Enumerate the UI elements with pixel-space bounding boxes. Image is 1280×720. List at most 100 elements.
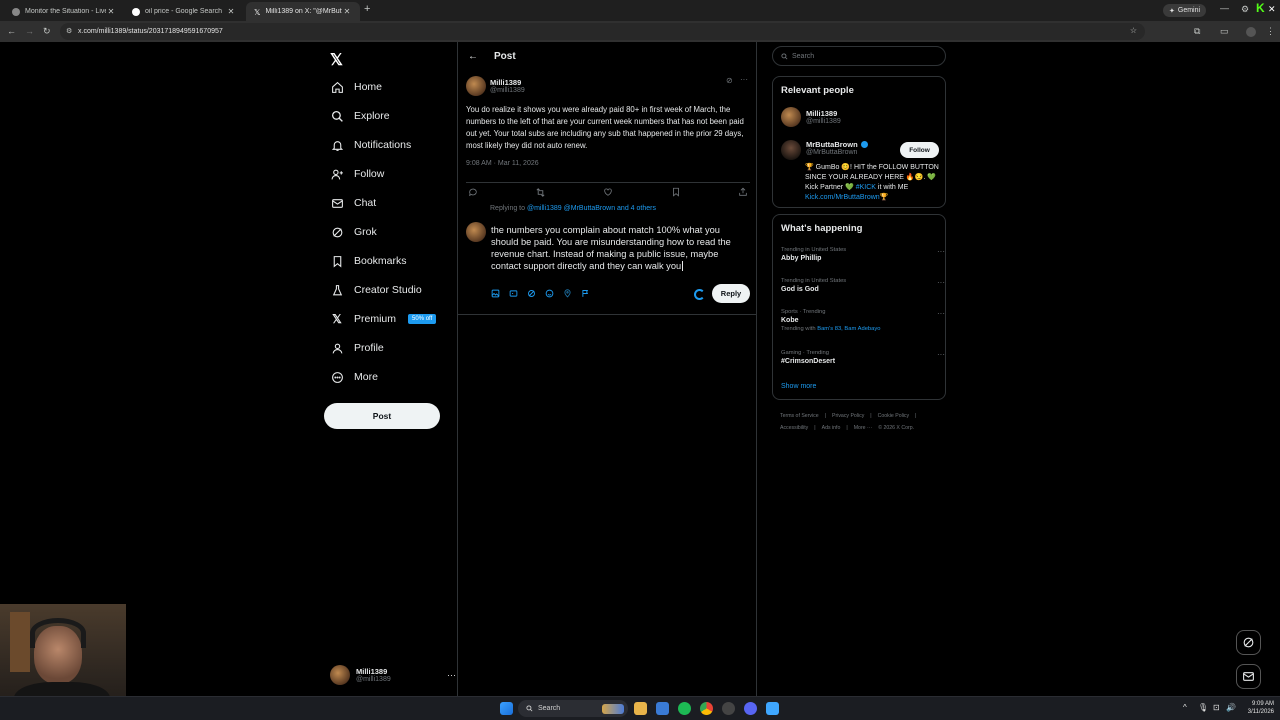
menu-icon[interactable]: ⋮ <box>1266 26 1275 37</box>
follow-button[interactable]: Follow <box>900 142 939 158</box>
grok-icon[interactable]: ⊘ <box>726 76 733 85</box>
new-tab-button[interactable]: + <box>364 3 370 15</box>
more-icon[interactable]: ··· <box>937 350 945 359</box>
grok-floating-button[interactable] <box>1236 630 1261 655</box>
sidepanel-icon[interactable]: ▭ <box>1220 26 1229 37</box>
windows-start-icon[interactable] <box>500 702 513 715</box>
minimize-icon[interactable]: — <box>1220 3 1229 13</box>
nav-home[interactable]: Home <box>330 76 382 98</box>
file-explorer-icon[interactable] <box>634 702 647 715</box>
star-icon[interactable]: ☆ <box>1130 26 1137 35</box>
search-input[interactable]: Search <box>772 46 946 66</box>
nav-notifications[interactable]: Notifications <box>330 134 411 156</box>
trend-item[interactable]: Sports · Trending Kobe Trending with Bam… <box>781 309 945 332</box>
more-icon[interactable]: ··· <box>740 75 748 84</box>
nav-bookmarks[interactable]: Bookmarks <box>330 250 407 272</box>
like-icon[interactable] <box>601 185 615 199</box>
reply-button[interactable]: Reply <box>712 284 750 303</box>
close-window-icon[interactable]: ✕ <box>1268 4 1276 15</box>
x-logo-icon[interactable]: 𝕏 <box>330 50 343 70</box>
replying-to-link[interactable]: @milli1389 @MrButtaBrown and 4 others <box>527 205 656 212</box>
nav-creator-studio[interactable]: Creator Studio <box>330 279 422 301</box>
close-icon[interactable]: ✕ <box>106 7 116 16</box>
footer-link[interactable]: Ads info <box>822 425 841 431</box>
emoji-icon[interactable] <box>544 288 555 299</box>
post-button[interactable]: Post <box>324 403 440 429</box>
back-icon[interactable]: ← <box>7 26 16 36</box>
nav-grok[interactable]: Grok <box>330 221 377 243</box>
messages-floating-button[interactable] <box>1236 664 1261 689</box>
spotify-icon[interactable] <box>678 702 691 715</box>
footer-link[interactable]: Accessibility <box>780 425 808 431</box>
chrome-icon[interactable] <box>700 702 713 715</box>
nav-more[interactable]: More <box>330 366 378 388</box>
nav-profile[interactable]: Profile <box>330 337 384 359</box>
forward-icon[interactable]: → <box>25 26 34 36</box>
trend-with[interactable]: Bam's 83, Bam Adebayo <box>817 326 880 332</box>
person-item[interactable]: Milli1389 @milli1389 <box>781 107 841 127</box>
tab-google[interactable]: oil price - Google Search ✕ <box>124 2 244 21</box>
taskbar-clock[interactable]: 9:09 AM 3/11/2026 <box>1240 700 1274 716</box>
show-more-link[interactable]: Show more <box>781 383 816 390</box>
chevron-up-icon[interactable]: ^ <box>1183 703 1187 712</box>
trend-item[interactable]: Trending in United States Abby Phillip ·… <box>781 247 945 262</box>
person-name[interactable]: Milli1389 <box>806 109 841 118</box>
nav-explore[interactable]: Explore <box>330 105 390 127</box>
discord-icon[interactable] <box>744 702 757 715</box>
tweet-timestamp[interactable]: 9:08 AM · Mar 11, 2026 <box>466 160 539 167</box>
back-arrow-icon[interactable]: ← <box>468 51 478 62</box>
taskbar-search[interactable]: Search <box>518 700 628 717</box>
more-icon[interactable]: ··· <box>937 278 945 287</box>
account-switcher[interactable]: Milli1389 @milli1389 ··· <box>330 662 456 688</box>
network-icon[interactable]: ⊡ <box>1213 703 1220 712</box>
author-handle[interactable]: @milli1389 <box>490 87 525 94</box>
footer-link[interactable]: Terms of Service <box>780 413 819 419</box>
footer-link[interactable]: More ··· <box>854 425 872 431</box>
gif-icon[interactable] <box>508 288 519 299</box>
grok-icon[interactable] <box>526 288 537 299</box>
avatar[interactable] <box>466 76 486 96</box>
extensions-icon[interactable]: ⧉ <box>1194 26 1200 37</box>
avatar[interactable] <box>781 107 801 127</box>
gemini-button[interactable]: ✦ Gemini <box>1163 4 1207 17</box>
address-bar[interactable]: ⚙ x.com/milli1389/status/203171894959167… <box>60 23 1145 40</box>
author-name[interactable]: Milli1389 <box>490 78 525 87</box>
reply-composer[interactable]: the numbers you complain about match 100… <box>491 224 749 272</box>
footer-link[interactable]: Privacy Policy <box>832 413 864 419</box>
steam-icon[interactable] <box>722 702 735 715</box>
person-name[interactable]: MrButtaBrown <box>806 140 858 149</box>
trend-item[interactable]: Gaming · Trending #CrimsonDesert ··· <box>781 350 945 365</box>
tab-x-post[interactable]: 𝕏 Milli1389 on X: "@MrButtaBrow ✕ <box>246 2 360 21</box>
close-icon[interactable]: ✕ <box>342 7 352 16</box>
bio-hashtag[interactable]: #KICK <box>856 184 876 191</box>
more-icon[interactable]: ··· <box>937 247 945 256</box>
person-handle[interactable]: @milli1389 <box>806 118 841 125</box>
nav-follow[interactable]: Follow <box>330 163 384 185</box>
site-info-icon[interactable]: ⚙ <box>66 27 72 35</box>
footer-link[interactable]: Cookie Policy <box>878 413 909 419</box>
flag-icon[interactable] <box>580 288 591 299</box>
more-icon[interactable]: ··· <box>937 309 945 318</box>
bookmark-icon[interactable] <box>669 185 683 199</box>
share-icon[interactable] <box>736 185 750 199</box>
image-icon[interactable] <box>490 288 501 299</box>
tab-monitor[interactable]: Monitor the Situation - Live Gl ✕ <box>4 2 124 21</box>
notepad-icon[interactable] <box>766 702 779 715</box>
close-icon[interactable]: ✕ <box>226 7 236 16</box>
bio-link[interactable]: Kick.com/MrButtaBrown <box>805 194 880 201</box>
trend-item[interactable]: Trending in United States God is God ··· <box>781 278 945 293</box>
more-icon[interactable]: ··· <box>447 670 456 680</box>
tweet-author[interactable]: Milli1389 @milli1389 <box>466 76 525 96</box>
nav-premium[interactable]: 𝕏 Premium 50% off <box>330 308 437 330</box>
profile-avatar-icon[interactable] <box>1246 27 1256 37</box>
store-icon[interactable] <box>656 702 669 715</box>
volume-icon[interactable]: 🔊 <box>1226 703 1236 712</box>
reload-icon[interactable]: ↻ <box>43 26 51 37</box>
reply-icon[interactable] <box>466 185 480 199</box>
avatar[interactable] <box>781 140 801 160</box>
location-icon[interactable] <box>562 288 573 299</box>
repost-icon[interactable] <box>534 185 548 199</box>
mic-icon[interactable]: 🎙 <box>1198 703 1208 712</box>
person-handle[interactable]: @MrButtaBrown <box>806 149 868 156</box>
person-item[interactable]: MrButtaBrown @MrButtaBrown <box>781 140 868 160</box>
